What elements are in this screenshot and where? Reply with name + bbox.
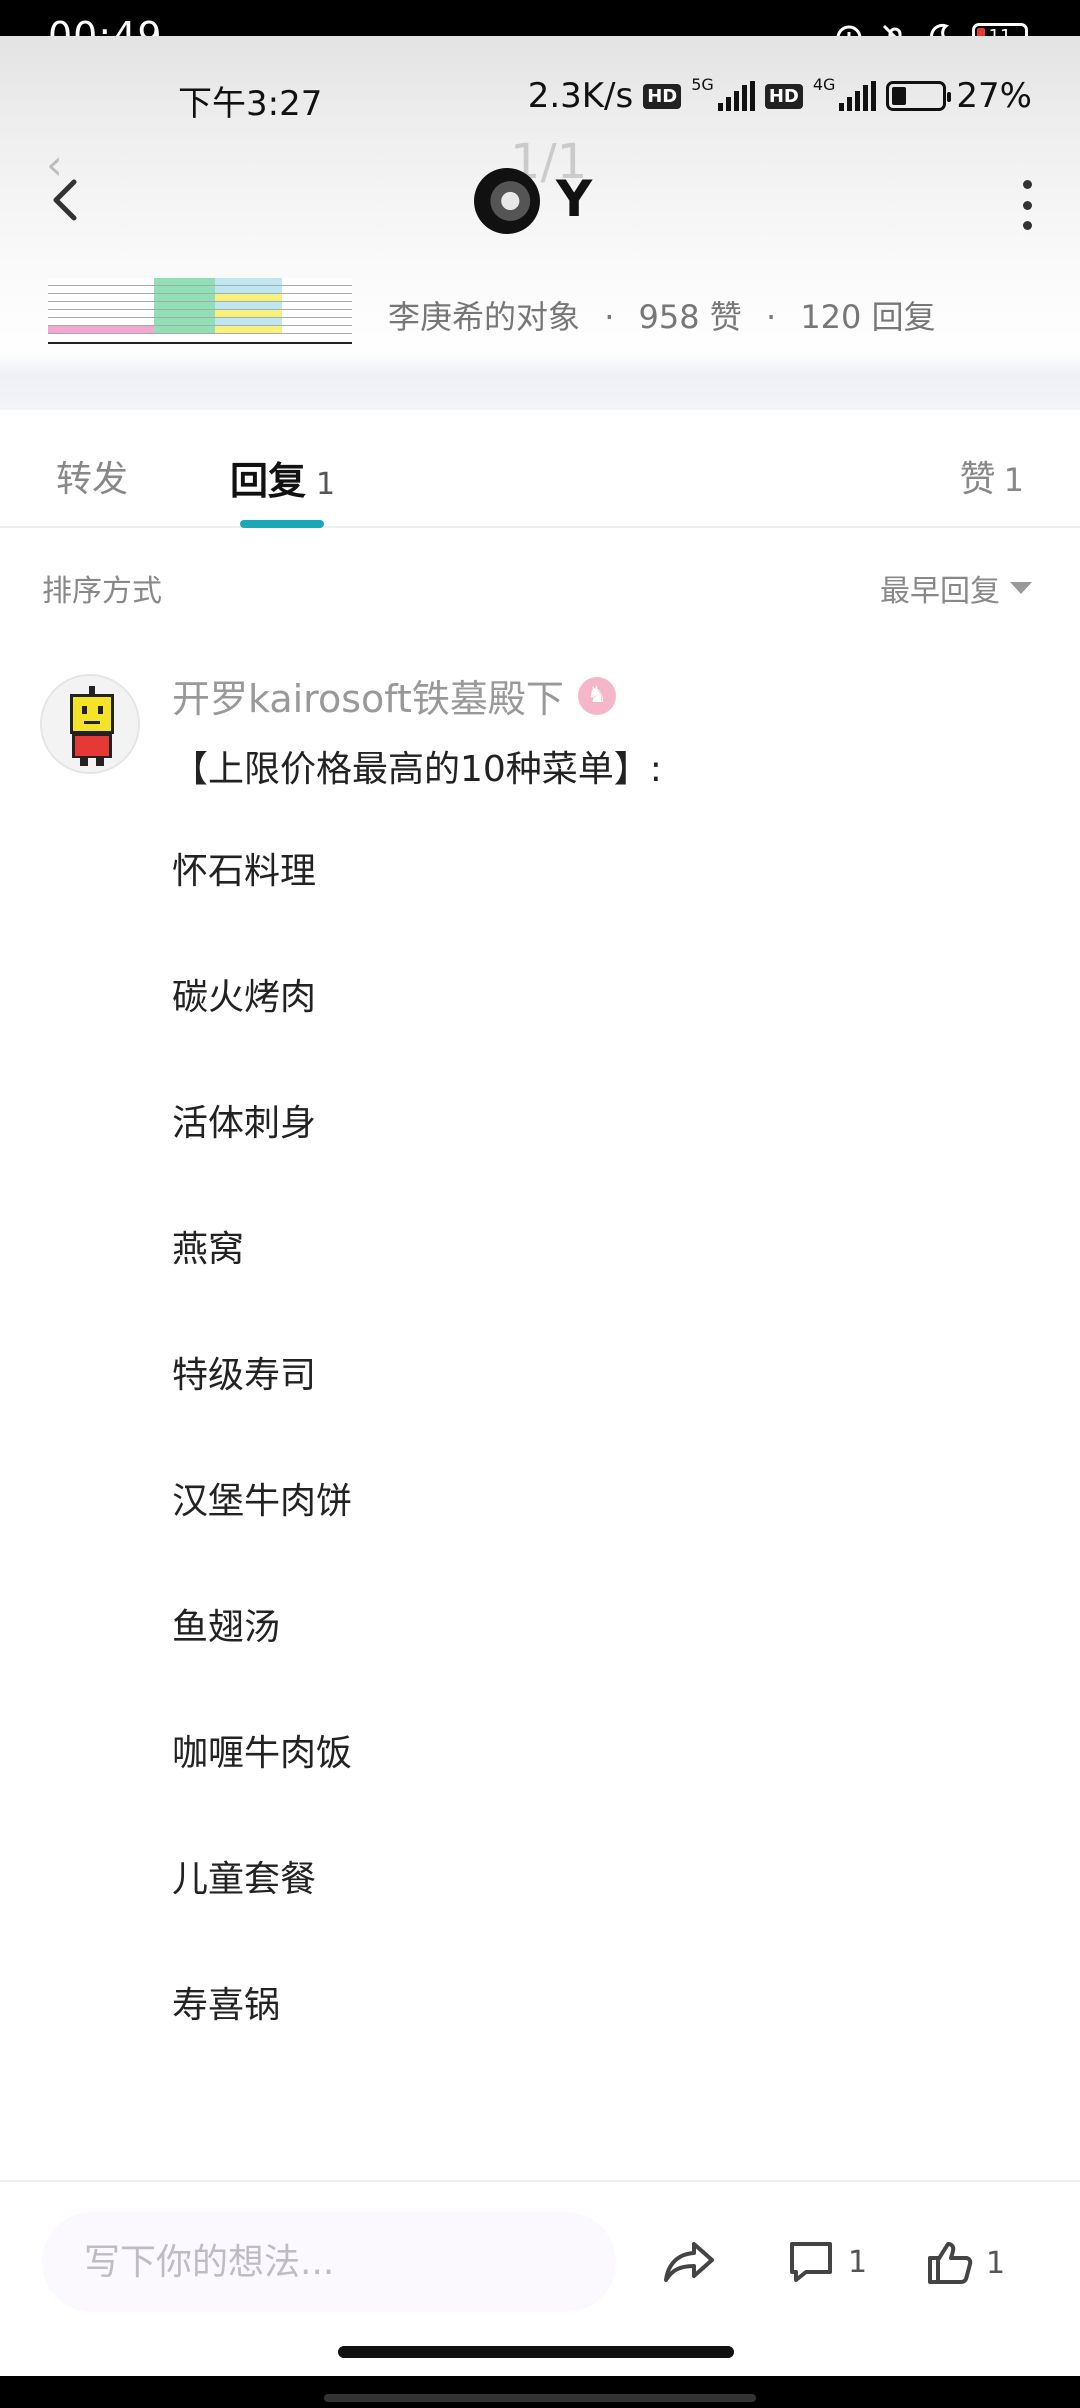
sort-value: 最早回复 xyxy=(880,574,1000,609)
hd-badge: HD xyxy=(643,83,682,109)
tab-like-label: 赞 xyxy=(959,459,996,500)
post-summary[interactable]: 李庚希的对象 · 958 赞 · 120 回复 xyxy=(0,272,1080,346)
status-time: 下午3:27 xyxy=(178,84,323,124)
meta-separator: · xyxy=(765,298,777,336)
post-thumbnail[interactable] xyxy=(48,278,352,344)
signal-icon xyxy=(839,81,877,111)
author-avatar[interactable] xyxy=(474,168,540,234)
nav-bar: ‹ 1/1 Y xyxy=(0,134,1080,260)
comment-heading: 【上限价格最高的10种菜单】: xyxy=(172,749,662,790)
battery-icon xyxy=(886,81,952,111)
comment-body: 【上限价格最高的10种菜单】: 怀石料理 碳火烤肉 活体刺身 燕窝 特级寿司 汉… xyxy=(172,740,1032,2112)
reply-input[interactable] xyxy=(42,2212,616,2312)
share-icon xyxy=(664,2242,714,2282)
sort-label: 排序方式 xyxy=(42,574,162,609)
share-button[interactable] xyxy=(662,2238,718,2286)
post-meta: 李庚希的对象 · 958 赞 · 120 回复 xyxy=(388,292,950,338)
meta-separator: · xyxy=(604,298,615,336)
section-divider xyxy=(0,352,1080,410)
screen: 00:49 11 下午3:27 2.3K/s HD 5G HD 4G 27% ‹… xyxy=(0,0,1080,2408)
author-name[interactable]: Y xyxy=(556,170,592,228)
back-button[interactable] xyxy=(38,170,98,230)
post-likes: 958 赞 xyxy=(638,298,742,336)
comment-button[interactable]: 1 xyxy=(786,2238,867,2286)
commenter-name-text: 开罗kairosoft铁墓殿下 xyxy=(172,677,564,721)
like-button[interactable]: 1 xyxy=(924,2238,1005,2288)
more-options-button[interactable] xyxy=(1012,180,1042,230)
tab-active-indicator xyxy=(240,520,324,528)
tab-reply-count: 1 xyxy=(316,467,336,502)
net-speed: 2.3K/s xyxy=(527,76,634,116)
comment-icon xyxy=(790,2242,832,2282)
battery-percent: 27% xyxy=(956,76,1032,116)
dish-item: 汉堡牛肉饼 xyxy=(172,1481,353,1522)
pixel-character-avatar xyxy=(42,676,138,772)
home-indicator[interactable] xyxy=(338,2346,734,2358)
tab-bar: 转发 回复 1 赞1 xyxy=(0,410,1080,528)
hd-badge: HD xyxy=(764,83,803,109)
rabbit-badge-icon: ♞ xyxy=(577,676,616,715)
tab-like-count: 1 xyxy=(1003,461,1024,499)
dish-item: 活体刺身 xyxy=(172,1103,317,1144)
post-replies: 120 回复 xyxy=(800,298,936,336)
dish-item: 寿喜锅 xyxy=(172,1985,281,2026)
dish-item: 鱼翅汤 xyxy=(172,1607,281,1648)
commenter-avatar[interactable] xyxy=(40,674,140,774)
dish-item: 碳火烤肉 xyxy=(172,977,317,1018)
outer-status-bar: 00:49 11 xyxy=(0,0,1080,58)
network-5g-label: 5G xyxy=(691,74,714,94)
dot-icon xyxy=(1022,221,1032,230)
dot-icon xyxy=(1022,200,1032,210)
tab-reply-label: 回复 xyxy=(230,459,307,503)
post-source: 李庚希的对象 xyxy=(388,298,581,336)
dot-icon xyxy=(1022,180,1032,189)
network-4g-label: 4G xyxy=(812,74,836,94)
tab-repost[interactable]: 转发 xyxy=(56,450,128,502)
dish-item: 怀石料理 xyxy=(172,851,317,892)
like-count: 1 xyxy=(986,2245,1006,2281)
thumbs-up-icon xyxy=(928,2242,973,2284)
comment-count: 1 xyxy=(848,2244,868,2280)
sort-bar: 排序方式 最早回复 xyxy=(0,560,1080,610)
status-bar: 下午3:27 2.3K/s HD 5G HD 4G 27% xyxy=(0,72,1080,125)
chevron-left-icon xyxy=(53,179,77,221)
sort-dropdown[interactable]: 最早回复 xyxy=(880,566,1032,610)
bottom-action-bar: 1 1 xyxy=(0,2180,1080,2334)
tab-reply[interactable]: 回复 1 xyxy=(230,450,335,505)
commenter-name[interactable]: 开罗kairosoft铁墓殿下 ♞ xyxy=(172,668,616,723)
tab-like[interactable]: 赞1 xyxy=(960,450,1024,502)
dish-item: 燕窝 xyxy=(172,1229,245,1270)
signal-icon xyxy=(717,81,755,111)
dish-item: 儿童套餐 xyxy=(172,1859,317,1900)
dish-item: 特级寿司 xyxy=(172,1355,317,1396)
outer-bottom-bar xyxy=(0,2376,1080,2408)
dish-item: 咖喱牛肉饭 xyxy=(172,1733,353,1774)
status-right: 2.3K/s HD 5G HD 4G 27% xyxy=(527,74,1032,117)
tab-repost-label: 转发 xyxy=(56,459,129,500)
outer-home-indicator xyxy=(324,2394,756,2402)
caret-down-icon xyxy=(1010,582,1032,594)
